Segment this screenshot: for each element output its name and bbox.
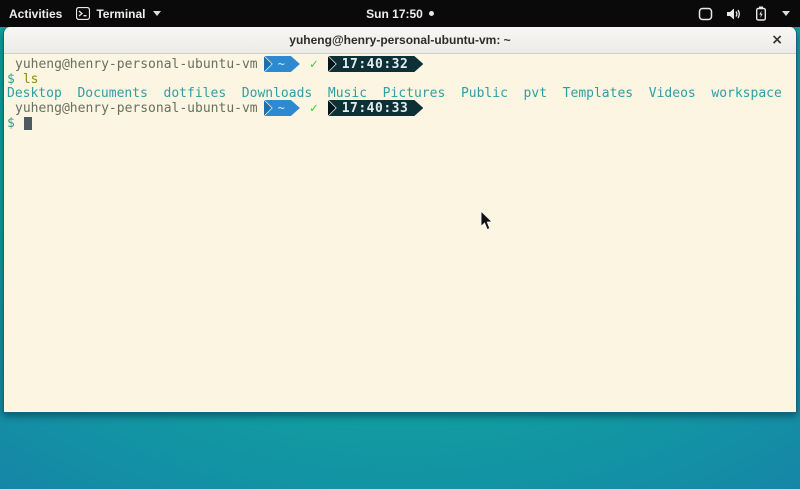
- prompt-line-2: yuheng@henry-personal-ubuntu-vm ~ ✓ 17:4…: [4, 100, 796, 116]
- directory-name: Public: [461, 86, 508, 101]
- app-menu-label: Terminal: [96, 7, 145, 21]
- directory-name: Videos: [649, 86, 696, 101]
- terminal-content[interactable]: yuheng@henry-personal-ubuntu-vm ~ ✓ 17:4…: [4, 54, 796, 412]
- chevron-down-icon: [782, 11, 790, 16]
- directory-name: dotfiles: [164, 86, 227, 101]
- text-cursor: [24, 117, 32, 130]
- screen-icon: [698, 7, 713, 21]
- time-segment: 17:40:32: [329, 56, 424, 72]
- status-check-icon: ✓: [310, 101, 318, 116]
- top-bar: Activities Terminal Sun 17:50: [0, 0, 800, 27]
- prompt-symbol: $: [7, 116, 15, 131]
- input-line[interactable]: $: [4, 116, 796, 130]
- prompt-symbol: $: [7, 72, 15, 87]
- titlebar[interactable]: yuheng@henry-personal-ubuntu-vm: ~ ×: [4, 27, 796, 54]
- app-menu-terminal[interactable]: Terminal: [76, 7, 161, 21]
- volume-icon: [726, 7, 742, 21]
- chevron-down-icon: [153, 11, 161, 16]
- battery-charging-icon: [755, 6, 767, 21]
- directory-name: workspace: [711, 86, 781, 101]
- command-text: ls: [23, 72, 39, 87]
- prompt-line-1: yuheng@henry-personal-ubuntu-vm ~ ✓ 17:4…: [4, 56, 796, 72]
- terminal-icon: [76, 7, 90, 20]
- directory-name: Music: [328, 86, 367, 101]
- notification-dot-icon: [429, 11, 434, 16]
- directory-name: Desktop: [7, 86, 62, 101]
- time-segment: 17:40:33: [329, 100, 424, 116]
- status-check-icon: ✓: [310, 57, 318, 72]
- close-button[interactable]: ×: [771, 33, 783, 47]
- system-menu[interactable]: [684, 0, 800, 27]
- activities-button[interactable]: Activities: [9, 7, 62, 21]
- directory-name: Templates: [563, 86, 633, 101]
- clock-label: Sun 17:50: [366, 7, 423, 21]
- ls-output-line: Desktop Documents dotfiles Downloads Music Pi…: [4, 86, 796, 100]
- user-host-text: yuheng@henry-personal-ubuntu-vm: [15, 57, 258, 72]
- directory-name: Documents: [77, 86, 147, 101]
- window-title: yuheng@henry-personal-ubuntu-vm: ~: [289, 33, 510, 47]
- terminal-window: yuheng@henry-personal-ubuntu-vm: ~ × yuh…: [3, 27, 797, 413]
- command-line: $ ls: [4, 72, 796, 86]
- user-host-text: yuheng@henry-personal-ubuntu-vm: [15, 101, 258, 116]
- directory-name: Pictures: [383, 86, 446, 101]
- directory-name: Downloads: [242, 86, 312, 101]
- directory-name: pvt: [524, 86, 547, 101]
